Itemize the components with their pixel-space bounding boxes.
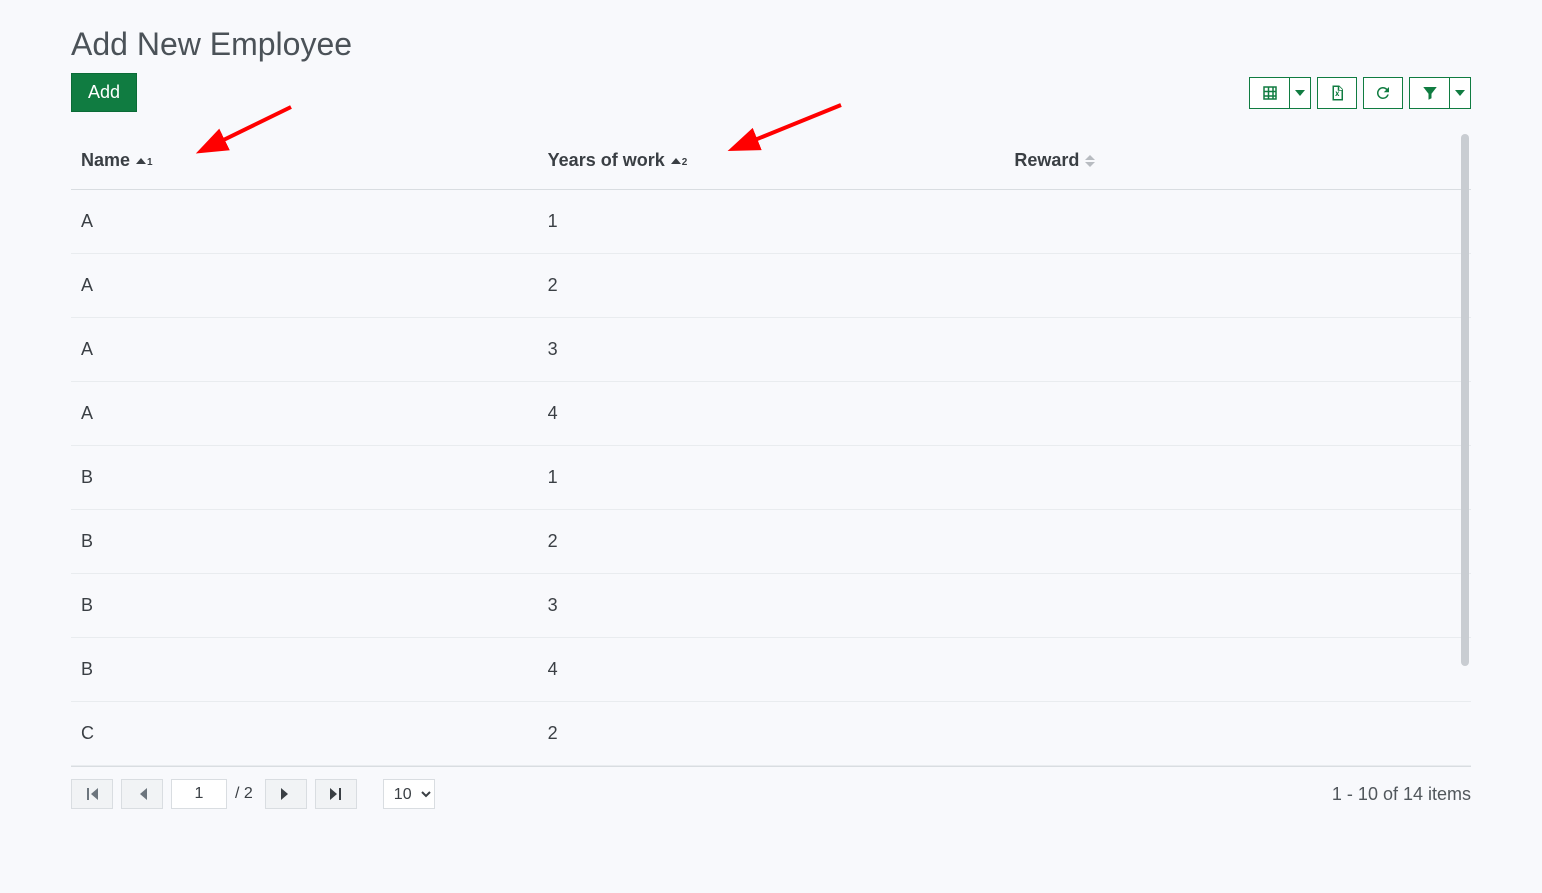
scrollbar[interactable] bbox=[1459, 132, 1469, 766]
table-row[interactable]: B 2 bbox=[71, 510, 1471, 574]
cell-name: A bbox=[71, 382, 538, 445]
page-size-select[interactable]: 10 bbox=[383, 779, 435, 809]
cell-reward bbox=[1004, 190, 1471, 253]
cell-reward bbox=[1004, 318, 1471, 381]
cell-years: 1 bbox=[538, 190, 1005, 253]
first-page-button[interactable] bbox=[71, 779, 113, 809]
column-header-label: Reward bbox=[1014, 150, 1079, 171]
sort-asc-icon: 2 bbox=[671, 155, 688, 166]
employee-grid: Name 1 Years of work 2 Reward bbox=[71, 132, 1471, 767]
first-page-icon bbox=[85, 788, 99, 800]
sort-index: 2 bbox=[682, 157, 688, 168]
file-excel-icon bbox=[1328, 84, 1346, 102]
cell-name: B bbox=[71, 510, 538, 573]
column-header-years[interactable]: Years of work 2 bbox=[538, 132, 1005, 189]
chevron-down-icon bbox=[1295, 88, 1305, 98]
grid-icon bbox=[1261, 84, 1279, 102]
column-header-label: Name bbox=[81, 150, 130, 171]
cell-name: A bbox=[71, 254, 538, 317]
refresh-button[interactable] bbox=[1363, 77, 1403, 109]
prev-page-button[interactable] bbox=[121, 779, 163, 809]
page-number-input[interactable] bbox=[171, 779, 227, 809]
cell-years: 4 bbox=[538, 638, 1005, 701]
cell-name: A bbox=[71, 190, 538, 253]
table-row[interactable]: B 1 bbox=[71, 446, 1471, 510]
cell-name: B bbox=[71, 574, 538, 637]
table-row[interactable]: B 3 bbox=[71, 574, 1471, 638]
table-row[interactable]: A 2 bbox=[71, 254, 1471, 318]
cell-reward bbox=[1004, 254, 1471, 317]
table-row[interactable]: C 2 bbox=[71, 702, 1471, 766]
cell-reward bbox=[1004, 382, 1471, 445]
last-page-button[interactable] bbox=[315, 779, 357, 809]
cell-name: A bbox=[71, 318, 538, 381]
cell-name: B bbox=[71, 446, 538, 509]
cell-years: 1 bbox=[538, 446, 1005, 509]
last-page-icon bbox=[329, 788, 343, 800]
table-row[interactable]: A 3 bbox=[71, 318, 1471, 382]
page: Add New Employee Add bbox=[51, 0, 1491, 817]
column-header-reward[interactable]: Reward bbox=[1004, 132, 1471, 189]
cell-name: B bbox=[71, 638, 538, 701]
table-row[interactable]: A 1 bbox=[71, 190, 1471, 254]
pager-left: / 2 10 bbox=[71, 779, 435, 809]
next-page-button[interactable] bbox=[265, 779, 307, 809]
scrollbar-thumb[interactable] bbox=[1461, 134, 1469, 666]
cell-years: 3 bbox=[538, 574, 1005, 637]
cell-reward bbox=[1004, 510, 1471, 573]
column-header-label: Years of work bbox=[548, 150, 665, 171]
add-button[interactable]: Add bbox=[71, 73, 137, 112]
next-icon bbox=[281, 788, 291, 800]
cell-name: C bbox=[71, 702, 538, 765]
columns-dropdown-button[interactable] bbox=[1289, 77, 1311, 109]
cell-reward bbox=[1004, 446, 1471, 509]
pager: / 2 10 1 - 10 of 14 items bbox=[51, 767, 1491, 817]
cell-years: 2 bbox=[538, 510, 1005, 573]
page-title: Add New Employee bbox=[51, 10, 1491, 73]
cell-years: 2 bbox=[538, 254, 1005, 317]
sort-none-icon bbox=[1085, 154, 1095, 168]
chevron-down-icon bbox=[1455, 88, 1465, 98]
cell-years: 2 bbox=[538, 702, 1005, 765]
filter-icon bbox=[1421, 84, 1439, 102]
refresh-icon bbox=[1374, 84, 1392, 102]
cell-reward bbox=[1004, 702, 1471, 765]
grid-body: A 1 A 2 A 3 A 4 B 1 bbox=[71, 190, 1471, 766]
export-button[interactable] bbox=[1317, 77, 1357, 109]
cell-years: 3 bbox=[538, 318, 1005, 381]
table-row[interactable]: B 4 bbox=[71, 638, 1471, 702]
filter-button[interactable] bbox=[1409, 77, 1449, 109]
cell-reward bbox=[1004, 638, 1471, 701]
sort-index: 1 bbox=[147, 157, 153, 168]
cell-years: 4 bbox=[538, 382, 1005, 445]
filter-dropdown-button[interactable] bbox=[1449, 77, 1471, 109]
table-row[interactable]: A 4 bbox=[71, 382, 1471, 446]
column-header-name[interactable]: Name 1 bbox=[71, 132, 538, 189]
columns-button[interactable] bbox=[1249, 77, 1289, 109]
grid-header: Name 1 Years of work 2 Reward bbox=[71, 132, 1471, 190]
page-total-label: / 2 bbox=[235, 785, 253, 803]
cell-reward bbox=[1004, 574, 1471, 637]
prev-icon bbox=[137, 788, 147, 800]
toolbar: Add bbox=[51, 73, 1491, 132]
action-button-group bbox=[1249, 77, 1471, 109]
sort-asc-icon: 1 bbox=[136, 155, 153, 166]
pager-info: 1 - 10 of 14 items bbox=[1332, 784, 1471, 805]
